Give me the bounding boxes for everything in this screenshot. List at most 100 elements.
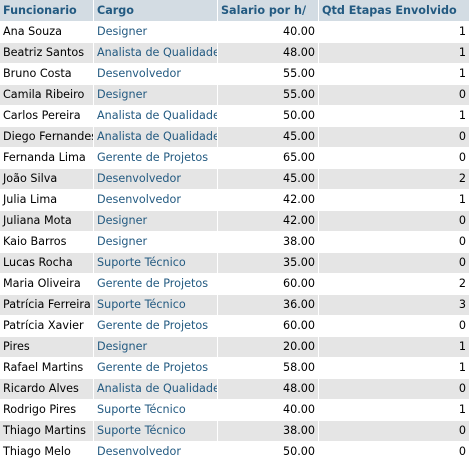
- cell-salario: 45.00: [218, 169, 319, 190]
- table-row: Julia Lima Desenvolvedor 42.00 1: [0, 190, 470, 211]
- table-body: Ana Souza Designer 40.00 1 Beatriz Santos Ana…: [0, 22, 470, 463]
- table-row: Rafael Martins Gerente de Projetos 58.00 1: [0, 358, 470, 379]
- cell-cargo[interactable]: Desenvolvedor: [94, 442, 218, 463]
- cell-funcionario: Rodrigo Pires: [0, 400, 94, 421]
- cell-qtd-etapas: 2: [319, 274, 470, 295]
- cell-salario: 45.00: [218, 127, 319, 148]
- cell-salario: 65.00: [218, 148, 319, 169]
- cell-salario: 55.00: [218, 85, 319, 106]
- cell-salario: 38.00: [218, 232, 319, 253]
- cell-qtd-etapas: 0: [319, 232, 470, 253]
- cell-qtd-etapas: 1: [319, 400, 470, 421]
- cell-salario: 58.00: [218, 358, 319, 379]
- cell-funcionario: Ana Souza: [0, 22, 94, 43]
- cell-salario: 48.00: [218, 43, 319, 64]
- cell-salario: 60.00: [218, 274, 319, 295]
- cell-cargo[interactable]: Analista de Qualidade: [94, 43, 218, 64]
- cell-funcionario: Fernanda Lima: [0, 148, 94, 169]
- table-row: Kaio Barros Designer 38.00 0: [0, 232, 470, 253]
- cell-salario: 20.00: [218, 337, 319, 358]
- cell-cargo[interactable]: Analista de Qualidade: [94, 379, 218, 400]
- table-row: Patrícia Ferreira Suporte Técnico 36.00 3: [0, 295, 470, 316]
- cell-funcionario: Julia Lima: [0, 190, 94, 211]
- cell-funcionario: Camila Ribeiro: [0, 85, 94, 106]
- cell-salario: 50.00: [218, 442, 319, 463]
- cell-salario: 48.00: [218, 379, 319, 400]
- column-header-funcionario[interactable]: Funcionario: [0, 0, 94, 22]
- cell-salario: 36.00: [218, 295, 319, 316]
- cell-cargo[interactable]: Analista de Qualidade: [94, 106, 218, 127]
- cell-cargo[interactable]: Desenvolvedor: [94, 169, 218, 190]
- cell-qtd-etapas: 1: [319, 22, 470, 43]
- cell-funcionario: Juliana Mota: [0, 211, 94, 232]
- table-row: Thiago Martins Suporte Técnico 38.00 0: [0, 421, 470, 442]
- cell-qtd-etapas: 0: [319, 316, 470, 337]
- cell-cargo[interactable]: Desenvolvedor: [94, 190, 218, 211]
- table-row: Maria Oliveira Gerente de Projetos 60.00 2: [0, 274, 470, 295]
- cell-funcionario: Rafael Martins: [0, 358, 94, 379]
- cell-salario: 35.00: [218, 253, 319, 274]
- cell-salario: 42.00: [218, 190, 319, 211]
- cell-cargo[interactable]: Gerente de Projetos: [94, 274, 218, 295]
- cell-cargo[interactable]: Gerente de Projetos: [94, 148, 218, 169]
- cell-funcionario: Beatriz Santos: [0, 43, 94, 64]
- table-row: Rodrigo Pires Suporte Técnico 40.00 1: [0, 400, 470, 421]
- cell-salario: 42.00: [218, 211, 319, 232]
- cell-funcionario: Bruno Costa: [0, 64, 94, 85]
- table-row: Lucas Rocha Suporte Técnico 35.00 0: [0, 253, 470, 274]
- cell-qtd-etapas: 0: [319, 85, 470, 106]
- cell-cargo[interactable]: Suporte Técnico: [94, 421, 218, 442]
- cell-cargo[interactable]: Gerente de Projetos: [94, 358, 218, 379]
- cell-qtd-etapas: 0: [319, 211, 470, 232]
- cell-cargo[interactable]: Designer: [94, 211, 218, 232]
- cell-funcionario: Patrícia Ferreira: [0, 295, 94, 316]
- cell-salario: 38.00: [218, 421, 319, 442]
- cell-cargo[interactable]: Desenvolvedor: [94, 64, 218, 85]
- table-row: Beatriz Santos Analista de Qualidade 48.00…: [0, 43, 470, 64]
- cell-qtd-etapas: 3: [319, 295, 470, 316]
- results-table: Funcionario Cargo Salario por h/ Qtd Eta…: [0, 0, 470, 463]
- table-row: Diego Fernandes Analista de Qualidade 45.0…: [0, 127, 470, 148]
- cell-cargo[interactable]: Designer: [94, 232, 218, 253]
- cell-qtd-etapas: 0: [319, 127, 470, 148]
- cell-qtd-etapas: 1: [319, 358, 470, 379]
- cell-qtd-etapas: 1: [319, 43, 470, 64]
- cell-cargo[interactable]: Gerente de Projetos: [94, 316, 218, 337]
- cell-qtd-etapas: 0: [319, 442, 470, 463]
- table-row: Patrícia Xavier Gerente de Projetos 60.00 0: [0, 316, 470, 337]
- column-header-qtd-etapas[interactable]: Qtd Etapas Envolvido: [319, 0, 470, 22]
- cell-cargo[interactable]: Designer: [94, 337, 218, 358]
- cell-funcionario: João Silva: [0, 169, 94, 190]
- cell-funcionario: Patrícia Xavier: [0, 316, 94, 337]
- cell-cargo[interactable]: Analista de Qualidade: [94, 127, 218, 148]
- table-row: Fernanda Lima Gerente de Projetos 65.00 0: [0, 148, 470, 169]
- cell-funcionario: Thiago Melo: [0, 442, 94, 463]
- cell-qtd-etapas: 1: [319, 190, 470, 211]
- table-row: Carlos Pereira Analista de Qualidade 50.00…: [0, 106, 470, 127]
- cell-funcionario: Kaio Barros: [0, 232, 94, 253]
- table-row: Ana Souza Designer 40.00 1: [0, 22, 470, 43]
- cell-cargo[interactable]: Suporte Técnico: [94, 400, 218, 421]
- table-row: Pires Designer 20.00 1: [0, 337, 470, 358]
- cell-cargo[interactable]: Designer: [94, 22, 218, 43]
- cell-funcionario: Thiago Martins: [0, 421, 94, 442]
- table-row: João Silva Desenvolvedor 45.00 2: [0, 169, 470, 190]
- cell-qtd-etapas: 1: [319, 64, 470, 85]
- cell-qtd-etapas: 0: [319, 253, 470, 274]
- cell-salario: 50.00: [218, 106, 319, 127]
- cell-salario: 55.00: [218, 64, 319, 85]
- cell-qtd-etapas: 0: [319, 421, 470, 442]
- cell-qtd-etapas: 0: [319, 379, 470, 400]
- cell-salario: 40.00: [218, 400, 319, 421]
- cell-qtd-etapas: 1: [319, 337, 470, 358]
- table-row: Thiago Melo Desenvolvedor 50.00 0: [0, 442, 470, 463]
- cell-cargo[interactable]: Suporte Técnico: [94, 295, 218, 316]
- cell-cargo[interactable]: Designer: [94, 85, 218, 106]
- table-row: Ricardo Alves Analista de Qualidade 48.00 0: [0, 379, 470, 400]
- column-header-cargo[interactable]: Cargo: [94, 0, 218, 22]
- cell-funcionario: Maria Oliveira: [0, 274, 94, 295]
- cell-salario: 40.00: [218, 22, 319, 43]
- table-row: Bruno Costa Desenvolvedor 55.00 1: [0, 64, 470, 85]
- cell-cargo[interactable]: Suporte Técnico: [94, 253, 218, 274]
- column-header-salario[interactable]: Salario por h/: [218, 0, 319, 22]
